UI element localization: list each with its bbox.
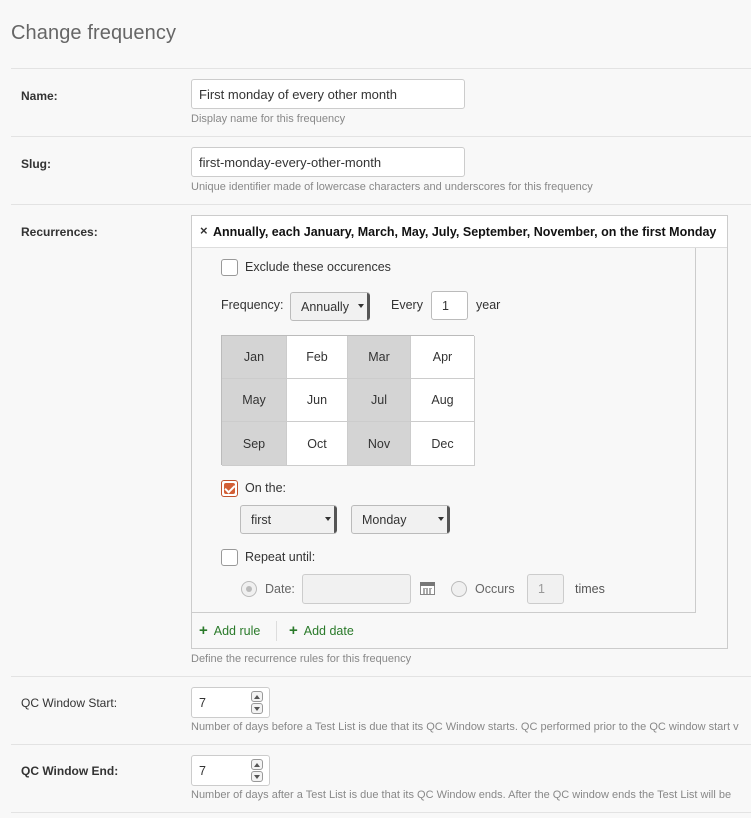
month-feb[interactable]: Feb bbox=[287, 336, 348, 379]
add-date-label: Add date bbox=[303, 624, 354, 638]
position-select[interactable]: first bbox=[240, 505, 337, 534]
divider bbox=[11, 68, 751, 69]
add-rule-link[interactable]: + Add rule bbox=[199, 622, 260, 639]
on-the-label: On the: bbox=[245, 481, 286, 495]
until-date-input[interactable] bbox=[302, 574, 411, 604]
occurs-radio[interactable] bbox=[451, 581, 467, 597]
select-edge bbox=[447, 506, 450, 533]
qc-window-start-label: QC Window Start: bbox=[21, 696, 118, 710]
interval-unit-label: year bbox=[476, 298, 501, 312]
occurs-label: Occurs bbox=[475, 582, 515, 596]
divider bbox=[11, 812, 751, 813]
date-label: Date: bbox=[265, 582, 295, 596]
qc-window-start-value: 7 bbox=[199, 696, 206, 710]
page-title: Change frequency bbox=[11, 22, 177, 44]
month-aug[interactable]: Aug bbox=[411, 379, 475, 422]
frequency-select-value: Annually bbox=[301, 300, 349, 314]
add-rule-label: Add rule bbox=[213, 624, 261, 638]
on-the-checkbox[interactable] bbox=[221, 480, 238, 497]
recurrences-label: Recurrences: bbox=[21, 225, 98, 239]
chevron-down-icon bbox=[325, 517, 331, 521]
position-select-value: first bbox=[251, 513, 272, 527]
chevron-down-icon bbox=[358, 304, 364, 308]
select-edge bbox=[367, 293, 370, 320]
date-radio[interactable] bbox=[241, 581, 257, 597]
month-apr[interactable]: Apr bbox=[411, 336, 475, 379]
divider bbox=[11, 136, 751, 137]
repeat-until-checkbox[interactable] bbox=[221, 549, 238, 566]
month-sep[interactable]: Sep bbox=[222, 422, 287, 466]
slug-input[interactable] bbox=[191, 147, 465, 177]
month-grid: Jan Feb Mar Apr May Jun Jul Aug Sep Oct … bbox=[221, 335, 475, 466]
weekday-select[interactable]: Monday bbox=[351, 505, 450, 534]
plus-icon: + bbox=[289, 622, 298, 639]
month-nov[interactable]: Nov bbox=[348, 422, 411, 466]
divider bbox=[11, 744, 751, 745]
frequency-select[interactable]: Annually bbox=[290, 292, 370, 321]
repeat-until-label: Repeat until: bbox=[245, 550, 316, 564]
recurrence-rule-header[interactable]: × Annually, each January, March, May, Ju… bbox=[192, 216, 727, 248]
select-edge bbox=[334, 506, 337, 533]
exclude-label: Exclude these occurences bbox=[245, 260, 391, 274]
qc-window-start-help: Number of days before a Test List is due… bbox=[191, 721, 739, 733]
add-date-link[interactable]: + Add date bbox=[289, 622, 354, 639]
decrement-icon[interactable] bbox=[251, 703, 263, 714]
spinner bbox=[251, 759, 263, 783]
name-input[interactable] bbox=[191, 79, 465, 109]
divider bbox=[11, 204, 751, 205]
qc-window-end-help: Number of days after a Test List is due … bbox=[191, 789, 732, 801]
qc-window-end-value: 7 bbox=[199, 764, 206, 778]
month-oct[interactable]: Oct bbox=[287, 422, 348, 466]
every-label: Every bbox=[391, 298, 423, 312]
recurrences-help: Define the recurrence rules for this fre… bbox=[191, 653, 412, 665]
month-dec[interactable]: Dec bbox=[411, 422, 475, 466]
plus-icon: + bbox=[199, 622, 208, 639]
link-separator bbox=[276, 621, 277, 641]
calendar-icon[interactable] bbox=[420, 582, 435, 595]
spinner bbox=[251, 691, 263, 715]
interval-input[interactable]: 1 bbox=[431, 291, 468, 320]
slug-help: Unique identifier made of lowercase char… bbox=[191, 181, 593, 193]
qc-window-end-label: QC Window End: bbox=[21, 764, 119, 778]
frequency-label: Frequency: bbox=[221, 298, 284, 312]
occurs-count-input[interactable]: 1 bbox=[527, 574, 564, 604]
divider bbox=[11, 676, 751, 677]
qc-window-end-input[interactable]: 7 bbox=[191, 755, 270, 786]
increment-icon[interactable] bbox=[251, 691, 263, 702]
month-may[interactable]: May bbox=[222, 379, 287, 422]
remove-rule-icon[interactable]: × bbox=[200, 223, 208, 238]
name-help: Display name for this frequency bbox=[191, 113, 346, 125]
month-jun[interactable]: Jun bbox=[287, 379, 348, 422]
rule-summary[interactable]: Annually, each January, March, May, July… bbox=[213, 225, 716, 239]
increment-icon[interactable] bbox=[251, 759, 263, 770]
month-jul[interactable]: Jul bbox=[348, 379, 411, 422]
month-jan[interactable]: Jan bbox=[222, 336, 287, 379]
exclude-checkbox[interactable] bbox=[221, 259, 238, 276]
chevron-down-icon bbox=[438, 517, 444, 521]
times-label: times bbox=[575, 582, 605, 596]
slug-label: Slug: bbox=[21, 157, 51, 171]
month-mar[interactable]: Mar bbox=[348, 336, 411, 379]
qc-window-start-input[interactable]: 7 bbox=[191, 687, 270, 718]
name-label: Name: bbox=[21, 89, 58, 103]
weekday-select-value: Monday bbox=[362, 513, 407, 527]
decrement-icon[interactable] bbox=[251, 771, 263, 782]
